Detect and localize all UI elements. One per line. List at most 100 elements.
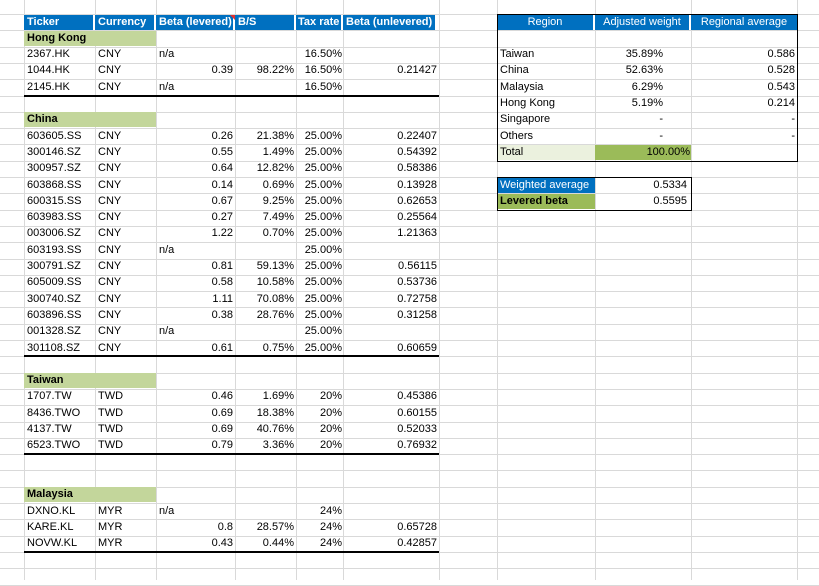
cell-beta-levered[interactable]: 0.55 (156, 145, 235, 160)
cell-beta-levered[interactable]: 0.69 (156, 406, 235, 421)
cell-currency[interactable]: TWD (95, 406, 156, 421)
cell-currency[interactable]: CNY (95, 47, 156, 62)
region-name[interactable]: China (497, 63, 595, 78)
cell-ticker[interactable]: NOVW.KL (24, 536, 95, 551)
cell-bs-ratio[interactable]: 0.69% (235, 178, 296, 193)
cell-beta-levered[interactable]: 0.27 (156, 210, 235, 225)
cell-bs-ratio[interactable] (235, 324, 296, 339)
header-tax-rate[interactable]: Tax rate (296, 14, 341, 30)
cell-bs-ratio[interactable]: 59.13% (235, 259, 296, 274)
cell-beta-unlevered[interactable]: 0.58386 (343, 161, 439, 176)
cell-beta-levered[interactable]: 0.64 (156, 161, 235, 176)
cell-currency[interactable]: CNY (95, 243, 156, 258)
header-bs-ratio[interactable]: B/S (235, 14, 294, 30)
cell-beta-levered[interactable]: 0.39 (156, 63, 235, 78)
region-name[interactable]: Malaysia (497, 80, 595, 95)
cell-currency[interactable]: CNY (95, 129, 156, 144)
region-weight[interactable]: 6.29% (595, 80, 691, 95)
cell-tax-rate[interactable]: 25.00% (296, 243, 343, 258)
cell-currency[interactable]: MYR (95, 504, 156, 519)
cell-beta-unlevered[interactable]: 0.42857 (343, 536, 439, 551)
cell-bs-ratio[interactable]: 28.57% (235, 520, 296, 535)
cell-tax-rate[interactable]: 25.00% (296, 145, 343, 160)
cell-beta-unlevered[interactable]: 0.62653 (343, 194, 439, 209)
cell-beta-levered[interactable]: n/a (156, 80, 235, 95)
region-average[interactable]: 0.214 (691, 96, 797, 111)
region-header-region[interactable]: Region (497, 14, 593, 30)
cell-bs-ratio[interactable]: 1.69% (235, 389, 296, 404)
cell-ticker[interactable]: KARE.KL (24, 520, 95, 535)
cell-beta-levered[interactable]: 0.58 (156, 275, 235, 290)
cell-tax-rate[interactable]: 24% (296, 536, 343, 551)
cell-ticker[interactable]: 603193.SS (24, 243, 95, 258)
cell-bs-ratio[interactable] (235, 243, 296, 258)
cell-ticker[interactable]: 300740.SZ (24, 292, 95, 307)
cell-currency[interactable]: CNY (95, 341, 156, 356)
cell-currency[interactable]: MYR (95, 536, 156, 551)
cell-beta-levered[interactable]: 0.14 (156, 178, 235, 193)
cell-beta-unlevered[interactable] (343, 324, 439, 339)
section-label-malaysia[interactable]: Malaysia (24, 487, 156, 503)
cell-tax-rate[interactable]: 20% (296, 406, 343, 421)
cell-currency[interactable]: CNY (95, 275, 156, 290)
cell-beta-unlevered[interactable]: 0.60659 (343, 341, 439, 356)
cell-ticker[interactable]: 603868.SS (24, 178, 95, 193)
cell-tax-rate[interactable]: 20% (296, 389, 343, 404)
section-label-taiwan[interactable]: Taiwan (24, 373, 156, 389)
cell-bs-ratio[interactable]: 12.82% (235, 161, 296, 176)
cell-currency[interactable]: TWD (95, 389, 156, 404)
cell-beta-levered[interactable]: 0.79 (156, 438, 235, 453)
cell-tax-rate[interactable]: 25.00% (296, 275, 343, 290)
cell-beta-levered[interactable]: n/a (156, 47, 235, 62)
cell-bs-ratio[interactable] (235, 80, 296, 95)
cell-bs-ratio[interactable]: 40.76% (235, 422, 296, 437)
region-weight[interactable]: - (595, 112, 691, 127)
cell-tax-rate[interactable]: 16.50% (296, 80, 343, 95)
header-beta-levered[interactable]: Beta (levered) (156, 14, 233, 30)
cell-ticker[interactable]: 2367.HK (24, 47, 95, 62)
cell-beta-unlevered[interactable] (343, 80, 439, 95)
cell-ticker[interactable]: 300957.SZ (24, 161, 95, 176)
cell-ticker[interactable]: 603983.SS (24, 210, 95, 225)
cell-tax-rate[interactable]: 25.00% (296, 292, 343, 307)
cell-beta-levered[interactable]: 0.8 (156, 520, 235, 535)
cell-bs-ratio[interactable]: 0.44% (235, 536, 296, 551)
cell-beta-unlevered[interactable]: 0.21427 (343, 63, 439, 78)
cell-ticker[interactable]: 600315.SS (24, 194, 95, 209)
cell-beta-unlevered[interactable]: 0.54392 (343, 145, 439, 160)
region-name[interactable]: Others (497, 129, 595, 144)
cell-ticker[interactable]: 300146.SZ (24, 145, 95, 160)
region-name[interactable]: Taiwan (497, 47, 595, 62)
cell-bs-ratio[interactable]: 3.36% (235, 438, 296, 453)
cell-beta-unlevered[interactable]: 0.53736 (343, 275, 439, 290)
cell-beta-unlevered[interactable]: 0.25564 (343, 210, 439, 225)
cell-tax-rate[interactable]: 20% (296, 422, 343, 437)
cell-beta-levered[interactable]: 0.43 (156, 536, 235, 551)
cell-ticker[interactable]: 001328.SZ (24, 324, 95, 339)
cell-ticker[interactable]: 603896.SS (24, 308, 95, 323)
header-ticker[interactable]: Ticker (24, 14, 93, 30)
cell-bs-ratio[interactable]: 9.25% (235, 194, 296, 209)
cell-currency[interactable]: CNY (95, 63, 156, 78)
header-beta-unlevered[interactable]: Beta (unlevered) (343, 14, 435, 30)
cell-tax-rate[interactable]: 20% (296, 438, 343, 453)
cell-beta-levered[interactable]: 0.67 (156, 194, 235, 209)
header-currency[interactable]: Currency (95, 14, 154, 30)
cell-ticker[interactable]: 1707.TW (24, 389, 95, 404)
cell-currency[interactable]: CNY (95, 292, 156, 307)
cell-beta-levered[interactable]: 0.26 (156, 129, 235, 144)
cell-ticker[interactable]: 003006.SZ (24, 226, 95, 241)
cell-beta-unlevered[interactable]: 0.52033 (343, 422, 439, 437)
cell-currency[interactable]: CNY (95, 324, 156, 339)
cell-beta-unlevered[interactable]: 0.65728 (343, 520, 439, 535)
cell-beta-unlevered[interactable]: 0.56115 (343, 259, 439, 274)
region-average[interactable]: 0.528 (691, 63, 797, 78)
cell-bs-ratio[interactable]: 0.75% (235, 341, 296, 356)
cell-ticker[interactable]: 8436.TWO (24, 406, 95, 421)
cell-ticker[interactable]: 301108.SZ (24, 341, 95, 356)
cell-ticker[interactable]: 300791.SZ (24, 259, 95, 274)
region-header-adjusted-weight[interactable]: Adjusted weight (595, 14, 689, 30)
cell-tax-rate[interactable]: 25.00% (296, 308, 343, 323)
cell-currency[interactable]: CNY (95, 194, 156, 209)
cell-tax-rate[interactable]: 25.00% (296, 226, 343, 241)
